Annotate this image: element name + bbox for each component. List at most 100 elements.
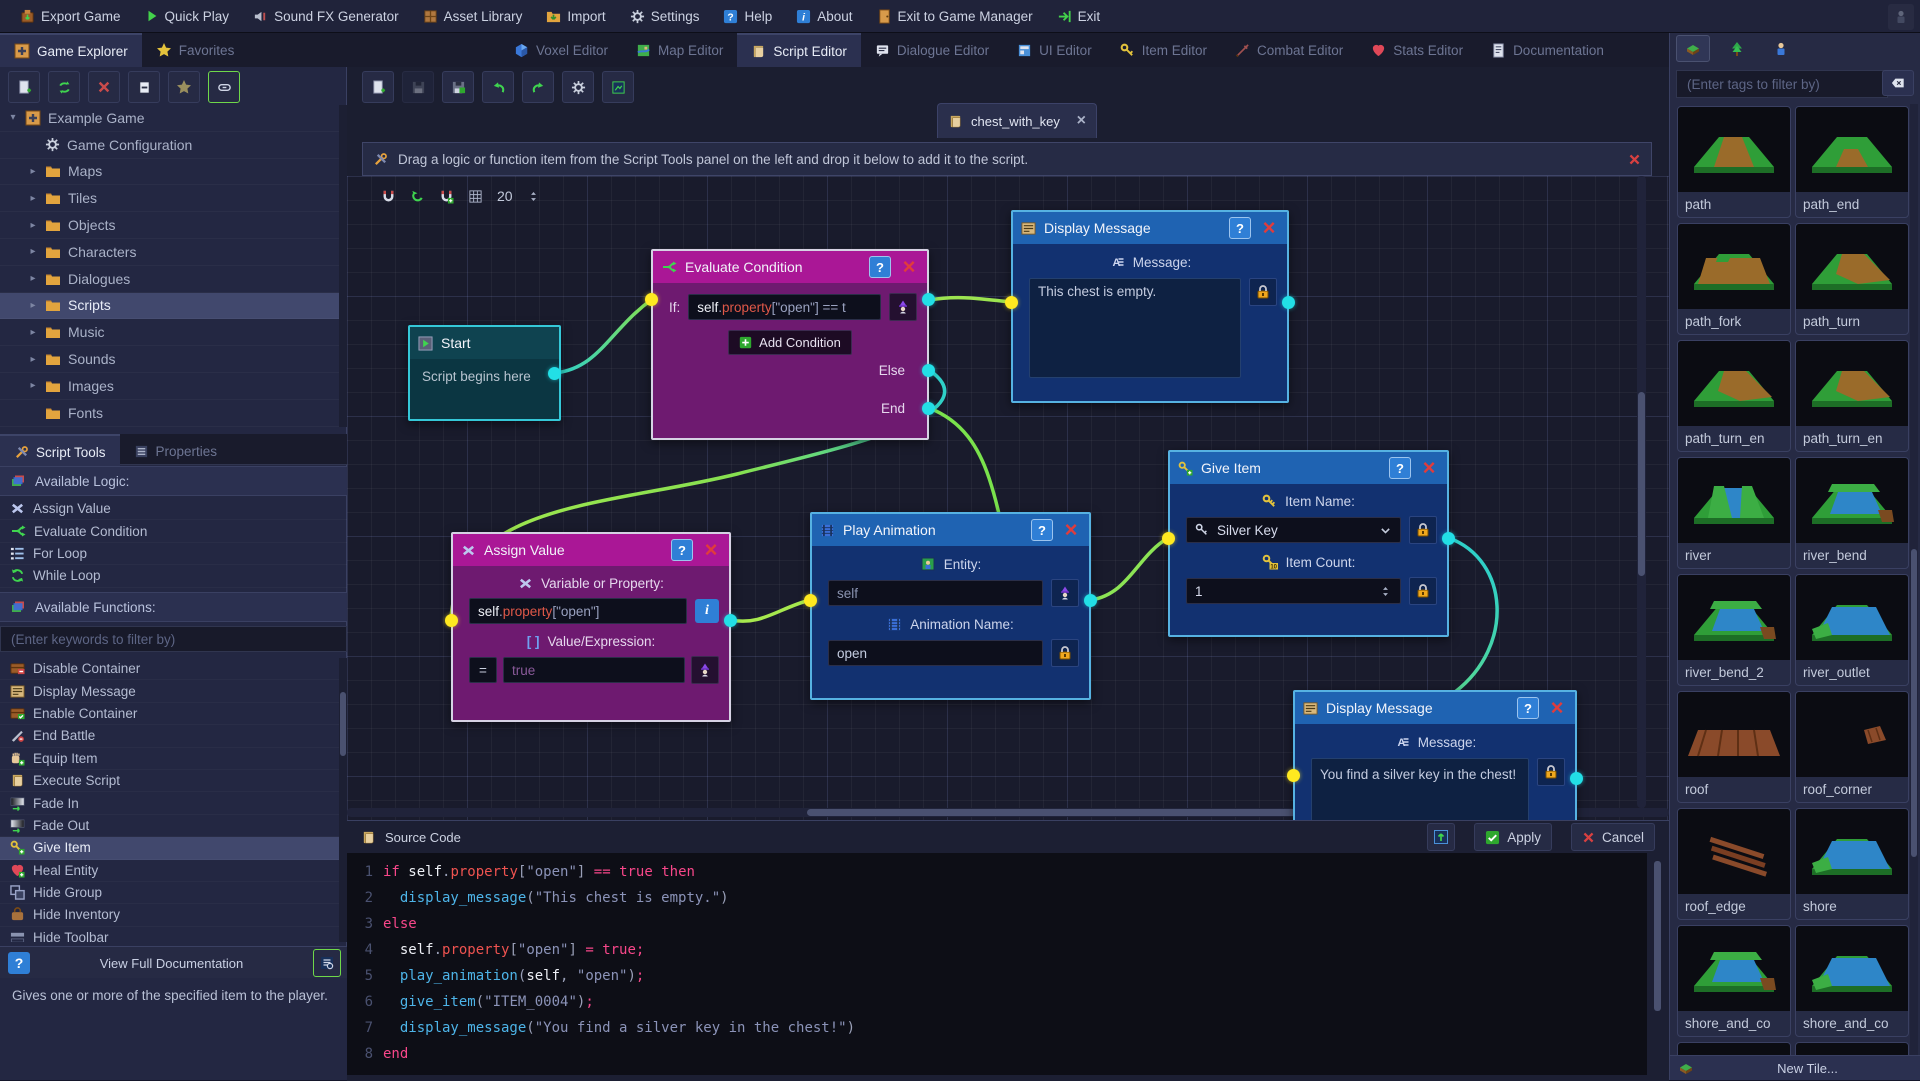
help-button[interactable]: ? [1031, 519, 1053, 541]
help-button[interactable]: ? [671, 539, 693, 561]
expand-arrow-icon[interactable]: ▸ [28, 327, 38, 338]
port-out[interactable] [1570, 772, 1583, 785]
close-button[interactable]: × [1259, 215, 1279, 240]
tree-item-fonts[interactable]: Fonts [0, 400, 339, 427]
code-line[interactable]: 6 give_item("ITEM_0004"); [347, 989, 1647, 1015]
tree-item-scripts[interactable]: ▸ Scripts [0, 292, 339, 320]
tree-item-example-game[interactable]: ▾ Example Game [0, 105, 339, 132]
node-display-message-2[interactable]: Display Message ? × A Message: You find … [1293, 690, 1577, 820]
v-scrollbar-thumb[interactable] [1638, 392, 1645, 576]
wizard-button[interactable] [691, 656, 719, 684]
function-item-hide-inventory[interactable]: Hide Inventory [0, 904, 339, 926]
code-scrollbar-thumb[interactable] [1654, 861, 1661, 1011]
code-line[interactable]: 8 end [347, 1041, 1647, 1067]
tree-scrollbar[interactable] [339, 105, 347, 427]
port-out[interactable] [922, 293, 935, 306]
expand-arrow-icon[interactable]: ▸ [28, 166, 38, 177]
tile-card-partial[interactable] [1795, 1042, 1909, 1055]
tree-item-images[interactable]: ▸ Images [0, 373, 339, 400]
function-item-heal-entity[interactable]: Heal Entity [0, 860, 339, 882]
tree-item-game-configuration[interactable]: Game Configuration [0, 132, 339, 159]
add-condition-button[interactable]: Add Condition [728, 330, 852, 355]
tab-ui-editor[interactable]: UI Editor [1003, 33, 1106, 67]
grid-size-spinner[interactable] [527, 190, 540, 203]
operator-box[interactable]: = [469, 657, 497, 683]
variable-input[interactable]: self. property ["open"] [469, 598, 687, 624]
wizard-button[interactable] [1051, 579, 1079, 607]
code-line[interactable]: 2 display_message("This chest is empty."… [347, 885, 1647, 911]
tab-tiles[interactable] [1676, 35, 1710, 62]
lock-button[interactable] [1537, 758, 1565, 786]
menu-help[interactable]: ? Help [711, 0, 784, 33]
tab-script-editor[interactable]: Script Editor [737, 33, 861, 67]
close-button[interactable]: × [899, 254, 919, 279]
script-tab-chest-with-key[interactable]: chest_with_key × [937, 103, 1097, 138]
tile-card-path_fork[interactable]: path_fork [1677, 223, 1791, 335]
expand-arrow-icon[interactable]: ▸ [28, 246, 38, 257]
tree-item-tiles[interactable]: ▸ Tiles [0, 185, 339, 212]
node-evaluate-condition[interactable]: Evaluate Condition ? × If: self. property… [651, 249, 929, 440]
grid-icon[interactable] [468, 189, 483, 204]
help-button[interactable]: ? [1389, 457, 1411, 479]
help-button[interactable]: ? [869, 256, 891, 278]
menu-asset-library[interactable]: Asset Library [411, 0, 535, 33]
close-button[interactable]: × [1061, 517, 1081, 542]
port-in[interactable] [1005, 296, 1018, 309]
close-button[interactable]: × [1547, 695, 1567, 720]
tab-item-editor[interactable]: Item Editor [1106, 33, 1221, 67]
tile-card-path_turn_en[interactable]: path_turn_en [1677, 340, 1791, 452]
menu-quick-play[interactable]: Quick Play [133, 0, 242, 33]
redo-button[interactable] [522, 71, 554, 103]
function-item-display-message[interactable]: Display Message [0, 680, 339, 702]
expand-arrow-icon[interactable]: ▸ [28, 273, 38, 284]
message-textarea[interactable]: This chest is empty. [1029, 278, 1241, 378]
save-as-button[interactable] [442, 71, 474, 103]
save-button[interactable] [402, 71, 434, 103]
tab-characters[interactable] [1764, 35, 1798, 62]
port-out-end[interactable] [922, 402, 935, 415]
port-out[interactable] [724, 614, 737, 627]
script-settings-button[interactable] [562, 71, 594, 103]
animation-name-input[interactable]: open [828, 640, 1043, 666]
tab-stats-editor[interactable]: Stats Editor [1357, 33, 1477, 67]
tree-item-sounds[interactable]: ▸ Sounds [0, 346, 339, 373]
tile-card-roof_edge[interactable]: roof_edge [1677, 808, 1791, 920]
expand-arrow-icon[interactable]: ▸ [28, 193, 38, 204]
expand-arrow-icon[interactable]: ▸ [28, 220, 38, 231]
expand-arrow-icon[interactable]: ▸ [28, 354, 38, 365]
lock-button[interactable] [1409, 577, 1437, 605]
grid-size-value[interactable]: 20 [497, 188, 513, 204]
tab-close-icon[interactable]: × [1077, 112, 1086, 130]
expand-arrow-icon[interactable]: ▾ [8, 112, 18, 123]
tile-card-river_bend[interactable]: river_bend [1795, 457, 1909, 569]
apply-button[interactable]: Apply [1474, 823, 1552, 851]
port-in[interactable] [1287, 769, 1300, 782]
node-give-item[interactable]: Give Item ? × Item Name: Silver Key 10 I… [1168, 450, 1449, 637]
new-tile-button[interactable]: New Tile... [1694, 1061, 1920, 1076]
wizard-button[interactable] [889, 293, 917, 321]
palette-scrollbar-thumb[interactable] [1911, 549, 1917, 857]
port-in[interactable] [804, 594, 817, 607]
entity-input[interactable]: self [828, 580, 1043, 606]
function-item-fade-in[interactable]: Fade In [0, 792, 339, 814]
logic-item-evaluate-condition[interactable]: Evaluate Condition [0, 520, 347, 542]
tab-game-explorer[interactable]: Game Explorer [0, 33, 142, 67]
close-button[interactable]: × [701, 537, 721, 562]
open-docs-button[interactable] [313, 949, 341, 977]
port-out[interactable] [1084, 594, 1097, 607]
code-line[interactable]: 7 display_message("You find a silver key… [347, 1015, 1647, 1041]
item-name-dropdown[interactable]: Silver Key [1186, 517, 1401, 543]
menu-exit-to-game-manager[interactable]: Exit to Game Manager [865, 0, 1045, 33]
menu-sound-fx-generator[interactable]: Sound FX Generator [241, 0, 411, 33]
function-item-end-battle[interactable]: End Battle [0, 725, 339, 747]
snap-off-icon[interactable] [381, 189, 396, 204]
export-script-button[interactable] [602, 71, 634, 103]
logic-item-while-loop[interactable]: While Loop [0, 565, 347, 587]
tile-card-partial[interactable] [1677, 1042, 1791, 1055]
tile-card-river_bend_2[interactable]: river_bend_2 [1677, 574, 1791, 686]
help-icon[interactable]: ? [8, 952, 30, 974]
script-canvas[interactable]: 20 Start Script begins here Evaluate Con… [347, 176, 1669, 820]
load-script-button[interactable] [1427, 823, 1456, 851]
tile-card-river_outlet[interactable]: river_outlet [1795, 574, 1909, 686]
port-in[interactable] [1162, 532, 1175, 545]
